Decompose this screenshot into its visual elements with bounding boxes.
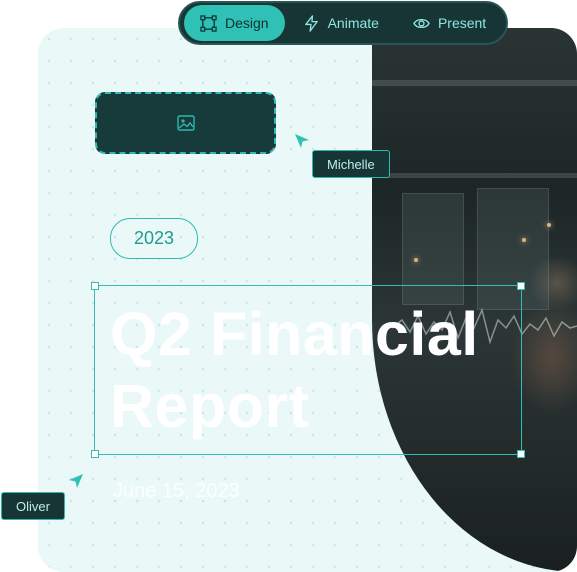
resize-handle-top-left[interactable] (91, 282, 99, 290)
present-mode-button[interactable]: Present (397, 5, 502, 41)
cursor-arrow-icon (295, 134, 309, 148)
design-mode-label: Design (225, 15, 269, 31)
resize-handle-bottom-right[interactable] (517, 450, 525, 458)
cursor-arrow-icon (69, 474, 83, 488)
lightning-icon (304, 14, 318, 32)
design-icon (200, 14, 217, 32)
mode-toolbar: Design Animate Present (178, 1, 508, 45)
collaborator-tag-oliver: Oliver (1, 492, 65, 520)
resize-handle-top-right[interactable] (517, 282, 525, 290)
slide-canvas[interactable]: 2023 Q2 Financial Report June 15, 2023 (38, 28, 577, 572)
year-badge[interactable]: 2023 (110, 218, 198, 259)
title-selection-box[interactable] (91, 282, 525, 458)
slide-date[interactable]: June 15, 2023 (113, 480, 240, 503)
image-icon (176, 115, 195, 131)
animate-mode-button[interactable]: Animate (287, 5, 395, 41)
present-mode-label: Present (437, 15, 487, 31)
collaborator-tag-michelle: Michelle (312, 150, 390, 178)
design-mode-button[interactable]: Design (184, 5, 285, 41)
resize-handle-bottom-left[interactable] (91, 450, 99, 458)
image-placeholder[interactable] (95, 92, 276, 154)
eye-icon (413, 18, 430, 28)
animate-mode-label: Animate (327, 15, 379, 31)
